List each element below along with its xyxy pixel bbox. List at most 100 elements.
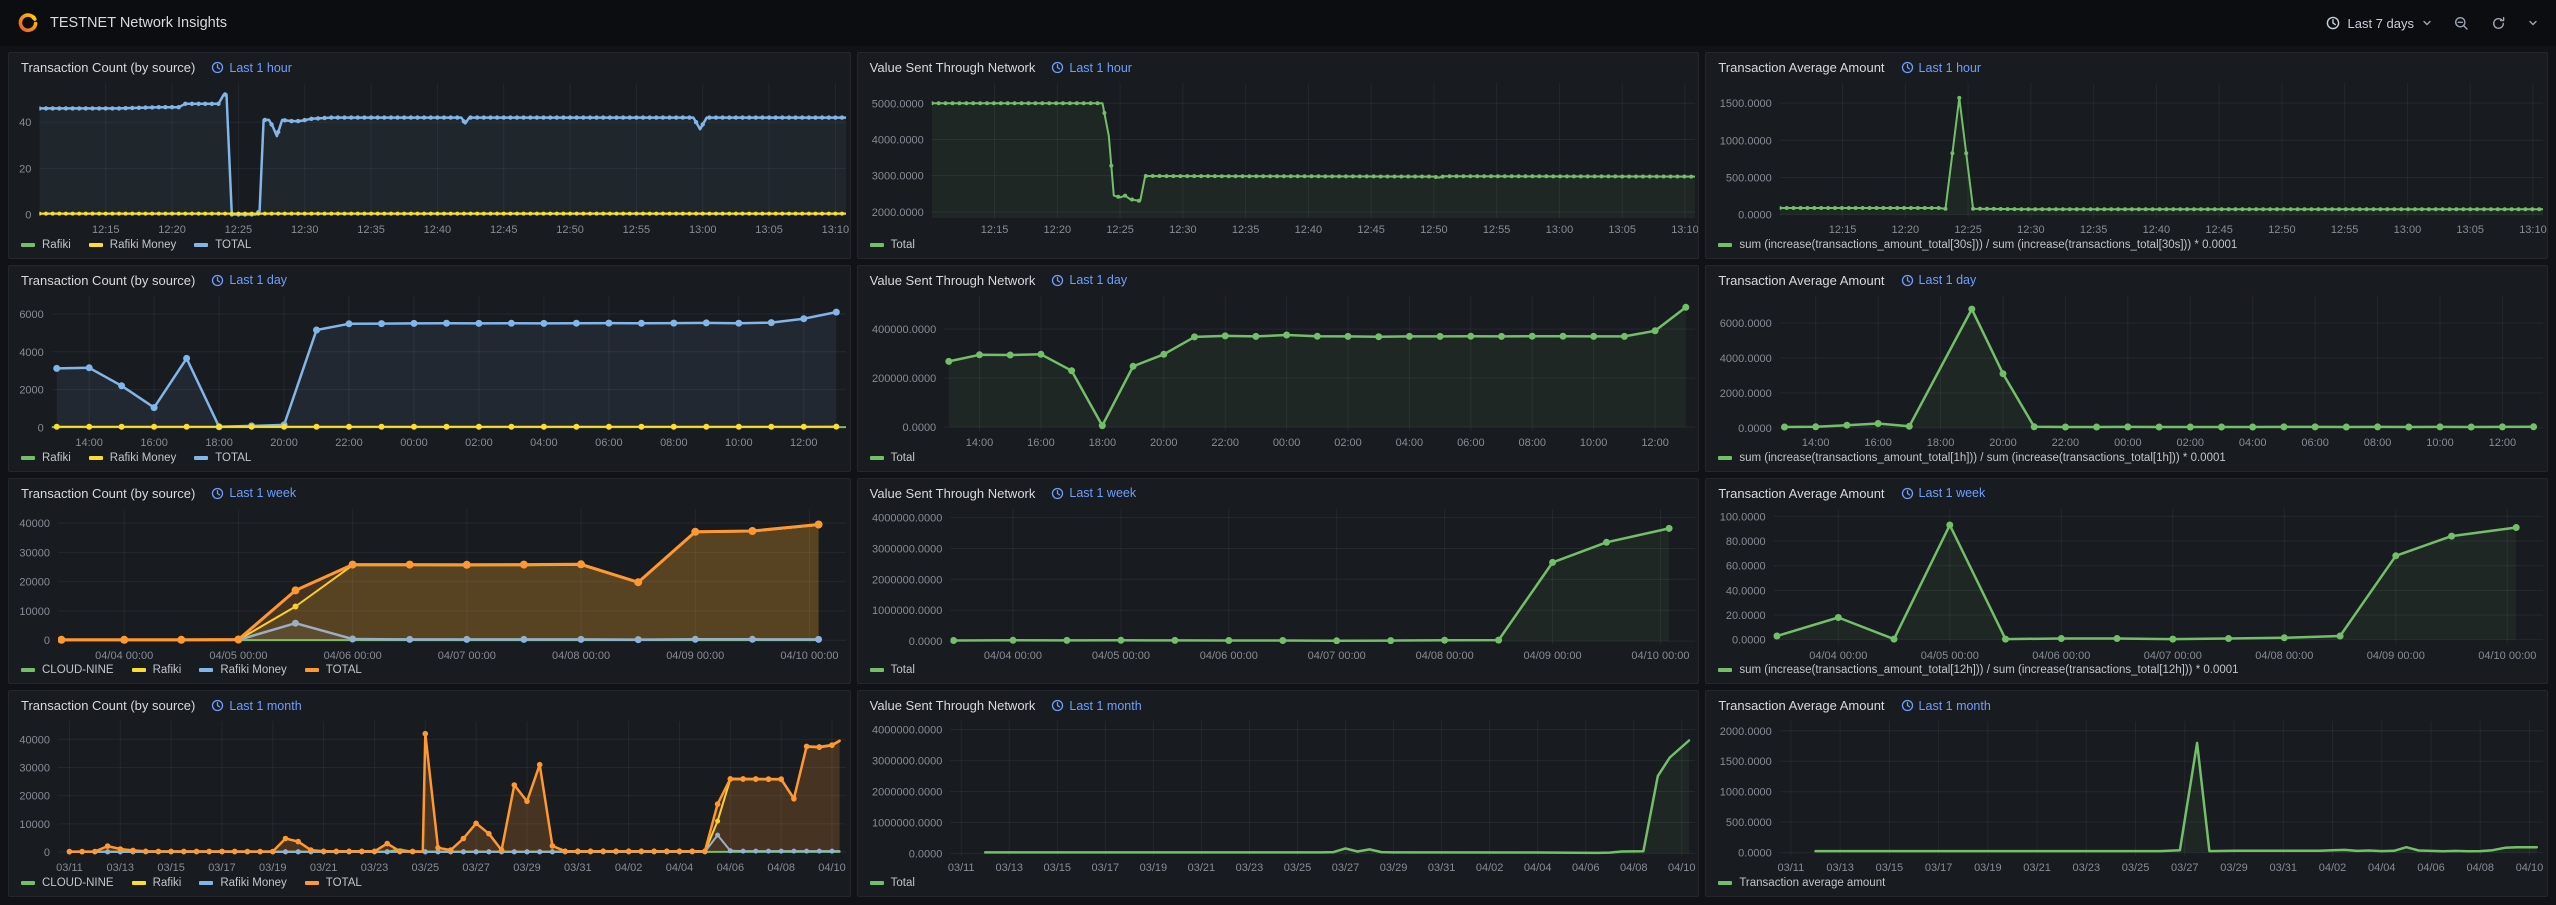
panel-timerange-link[interactable]: Last 1 month: [211, 699, 301, 713]
legend-label: Total: [891, 452, 915, 464]
panel-header[interactable]: Transaction Average AmountLast 1 week: [1706, 479, 2547, 501]
panel-timerange-link[interactable]: Last 1 week: [1051, 486, 1136, 500]
svg-text:22:00: 22:00: [2052, 437, 2080, 449]
legend-item[interactable]: Rafiki: [21, 239, 71, 251]
legend-item[interactable]: TOTAL: [194, 452, 251, 464]
svg-text:0.0000: 0.0000: [902, 422, 936, 434]
chart-area[interactable]: 0.0000500.00001000.00001500.00002000.000…: [1706, 713, 2547, 876]
panel-header[interactable]: Transaction Count (by source)Last 1 hour: [9, 53, 850, 75]
panel-title: Value Sent Through Network: [870, 60, 1036, 75]
svg-text:00:00: 00:00: [400, 437, 428, 449]
legend-label: TOTAL: [326, 664, 362, 676]
svg-text:12:25: 12:25: [1106, 224, 1134, 236]
panel-timerange-link[interactable]: Last 1 week: [211, 486, 296, 500]
svg-text:0: 0: [25, 210, 31, 222]
panel-header[interactable]: Transaction Average AmountLast 1 day: [1706, 266, 2547, 288]
svg-text:20:00: 20:00: [1990, 437, 2018, 449]
svg-text:04/08 00:00: 04/08 00:00: [552, 650, 610, 662]
panel-timerange-link[interactable]: Last 1 day: [1901, 273, 1977, 287]
legend-item[interactable]: Rafiki Money: [89, 452, 176, 464]
panel-header[interactable]: Transaction Count (by source)Last 1 week: [9, 479, 850, 501]
svg-text:12:15: 12:15: [1829, 224, 1857, 236]
legend-item[interactable]: sum (increase(transactions_amount_total[…: [1718, 452, 2225, 464]
panel-timerange-link[interactable]: Last 1 hour: [211, 61, 292, 75]
svg-text:04/09 00:00: 04/09 00:00: [1523, 650, 1581, 662]
svg-text:03/29: 03/29: [2221, 862, 2249, 874]
panel-timerange-label: Last 1 month: [229, 699, 301, 713]
svg-text:0: 0: [38, 422, 44, 434]
svg-text:0.0000: 0.0000: [908, 636, 942, 648]
panel-header[interactable]: Transaction Average AmountLast 1 hour: [1706, 53, 2547, 75]
legend-item[interactable]: Total: [870, 664, 915, 676]
legend-item[interactable]: CLOUD-NINE: [21, 877, 114, 889]
clock-icon: [1051, 274, 1064, 287]
svg-text:18:00: 18:00: [1088, 437, 1116, 449]
panel-timerange-link[interactable]: Last 1 hour: [1901, 61, 1982, 75]
svg-text:0.0000: 0.0000: [1732, 634, 1766, 646]
panel-timerange-link[interactable]: Last 1 day: [211, 273, 287, 287]
legend-item[interactable]: sum (increase(transactions_amount_total[…: [1718, 664, 2238, 676]
svg-text:04/10: 04/10: [2516, 862, 2544, 874]
legend-item[interactable]: Rafiki Money: [89, 239, 176, 251]
chart-area[interactable]: 020004000600014:0016:0018:0020:0022:0000…: [9, 288, 850, 451]
chart-area[interactable]: 2000.00003000.00004000.00005000.000012:1…: [858, 75, 1699, 238]
panel: Transaction Average AmountLast 1 week 0.0…: [1705, 478, 2548, 685]
panel-timerange-link[interactable]: Last 1 month: [1901, 699, 1991, 713]
legend-item[interactable]: Total: [870, 239, 915, 251]
svg-text:3000000.0000: 3000000.0000: [872, 543, 942, 555]
legend-item[interactable]: TOTAL: [305, 664, 362, 676]
legend-label: Total: [891, 239, 915, 251]
legend-item[interactable]: Rafiki: [132, 664, 182, 676]
legend-item[interactable]: Rafiki: [21, 452, 71, 464]
svg-text:08:00: 08:00: [660, 437, 688, 449]
chart-area[interactable]: 0.000020.000040.000060.000080.0000100.00…: [1706, 501, 2547, 664]
svg-text:13:10: 13:10: [822, 224, 850, 236]
panel-timerange-link[interactable]: Last 1 month: [1051, 699, 1141, 713]
panel-header[interactable]: Value Sent Through NetworkLast 1 day: [858, 266, 1699, 288]
refresh-button[interactable]: [2491, 16, 2506, 31]
legend-swatch: [194, 243, 208, 247]
legend-item[interactable]: TOTAL: [194, 239, 251, 251]
legend-label: Rafiki Money: [110, 239, 176, 251]
clock-icon: [2326, 16, 2340, 30]
legend-item[interactable]: TOTAL: [305, 877, 362, 889]
chart-area[interactable]: 0.0000200000.0000400000.000014:0016:0018…: [858, 288, 1699, 451]
grafana-logo[interactable]: [18, 13, 38, 33]
legend-item[interactable]: Rafiki: [132, 877, 182, 889]
panel-timerange-link[interactable]: Last 1 hour: [1051, 61, 1132, 75]
panel-timerange-link[interactable]: Last 1 day: [1051, 273, 1127, 287]
legend-item[interactable]: sum (increase(transactions_amount_total[…: [1718, 239, 2237, 251]
legend-swatch: [305, 668, 319, 672]
svg-text:40.0000: 40.0000: [1726, 585, 1766, 597]
svg-text:03/25: 03/25: [1283, 862, 1311, 874]
legend-item[interactable]: Total: [870, 452, 915, 464]
zoom-out-button[interactable]: [2454, 16, 2469, 31]
chart-area[interactable]: 01000020000300004000003/1103/1303/1503/1…: [9, 713, 850, 876]
chart-area[interactable]: 0.00001000000.00002000000.00003000000.00…: [858, 501, 1699, 664]
panel-header[interactable]: Value Sent Through NetworkLast 1 week: [858, 479, 1699, 501]
time-range-picker[interactable]: Last 7 days: [2326, 16, 2433, 31]
svg-text:03/17: 03/17: [1925, 862, 1953, 874]
legend-item[interactable]: Rafiki Money: [199, 877, 286, 889]
panel-header[interactable]: Transaction Average AmountLast 1 month: [1706, 691, 2547, 713]
chart-area[interactable]: 0.00001000000.00002000000.00003000000.00…: [858, 713, 1699, 876]
panel-header[interactable]: Transaction Count (by source)Last 1 day: [9, 266, 850, 288]
panel-header[interactable]: Transaction Count (by source)Last 1 mont…: [9, 691, 850, 713]
chart-area[interactable]: 01000020000300004000004/04 00:0004/05 00…: [9, 501, 850, 664]
panel-legend: Total: [858, 663, 1699, 683]
panel-header[interactable]: Value Sent Through Network Last 1 hour: [858, 53, 1699, 75]
legend-item[interactable]: CLOUD-NINE: [21, 664, 114, 676]
panel-header[interactable]: Value Sent Through NetworkLast 1 month: [858, 691, 1699, 713]
svg-text:03/13: 03/13: [1827, 862, 1855, 874]
panel-timerange-link[interactable]: Last 1 week: [1901, 486, 1986, 500]
legend-label: sum (increase(transactions_amount_total[…: [1739, 239, 2237, 251]
legend-item[interactable]: Transaction average amount: [1718, 877, 1885, 889]
legend-label: CLOUD-NINE: [42, 877, 114, 889]
refresh-interval-dropdown[interactable]: [2528, 18, 2538, 28]
legend-item[interactable]: Rafiki Money: [199, 664, 286, 676]
legend-item[interactable]: Total: [870, 877, 915, 889]
chart-area[interactable]: 0204012:1512:2012:2512:3012:3512:4012:45…: [9, 75, 850, 238]
chart-area[interactable]: 0.0000500.00001000.00001500.000012:1512:…: [1706, 75, 2547, 238]
chart-area[interactable]: 0.00002000.00004000.00006000.000014:0016…: [1706, 288, 2547, 451]
svg-text:04/04 00:00: 04/04 00:00: [95, 650, 153, 662]
